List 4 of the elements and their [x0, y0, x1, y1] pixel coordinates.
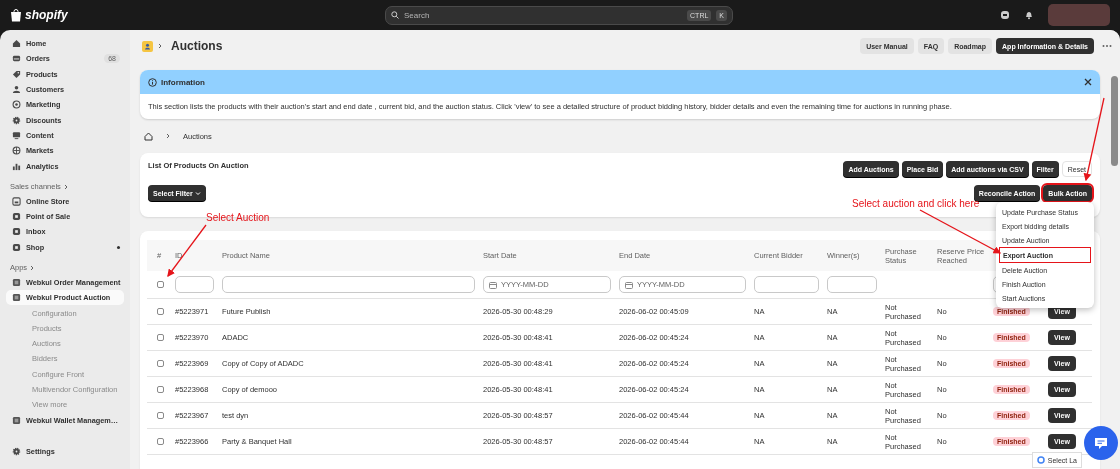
page-title: Auctions — [171, 39, 224, 53]
annotation-text: Select Auction — [206, 212, 270, 223]
banner-title: Information — [161, 77, 206, 87]
annotation-text: Select auction and click here — [852, 198, 980, 209]
